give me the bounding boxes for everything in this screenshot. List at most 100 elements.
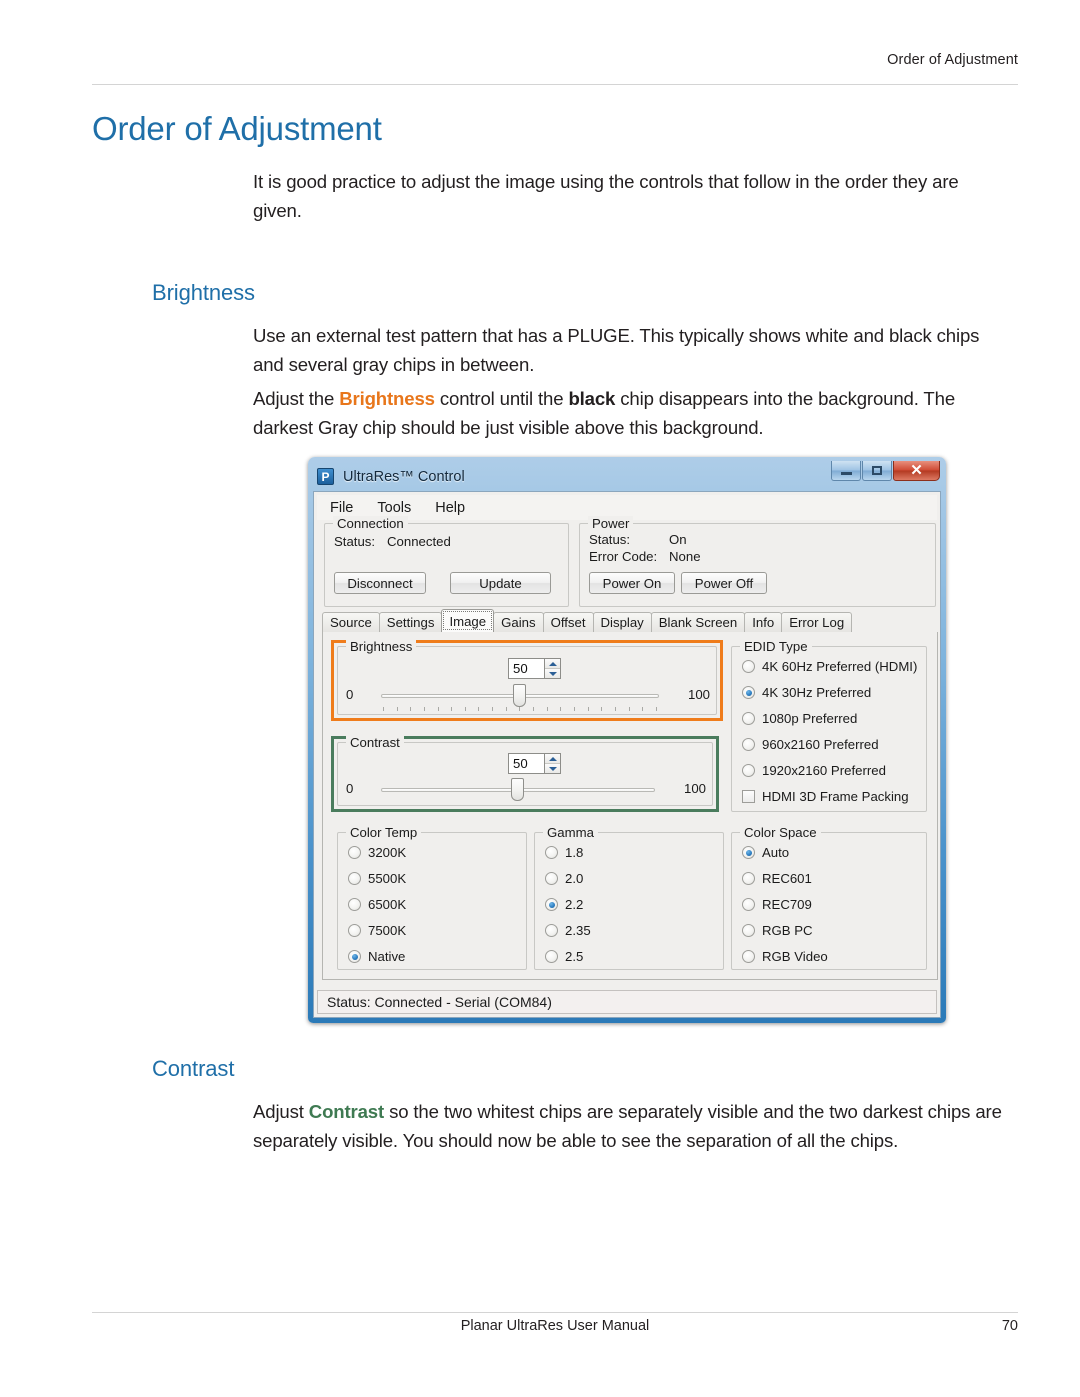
radio-icon <box>742 764 755 777</box>
gamma-option-2-35[interactable]: 2.35 <box>545 923 591 938</box>
tab-offset[interactable]: Offset <box>542 612 594 632</box>
radio-icon <box>545 846 558 859</box>
contrast-value[interactable]: 50 <box>509 754 544 773</box>
running-head: Order of Adjustment <box>887 52 1018 68</box>
color-space-option-auto[interactable]: Auto <box>742 845 789 860</box>
tab-image[interactable]: Image <box>441 609 495 632</box>
gamma-group: Gamma 1.8 2.0 2.2 2.35 2.5 <box>534 825 724 970</box>
tab-settings[interactable]: Settings <box>378 612 443 632</box>
radio-icon-selected <box>348 950 361 963</box>
window-client-area: File Tools Help Connection Status: Conne… <box>313 491 941 1018</box>
tab-strip: Source Settings Image Gains Offset Displ… <box>322 609 938 633</box>
tab-display[interactable]: Display <box>592 612 652 632</box>
gamma-option-2-0[interactable]: 2.0 <box>545 871 583 886</box>
maximize-button[interactable] <box>862 461 892 481</box>
gamma-option-2-2[interactable]: 2.2 <box>545 897 583 912</box>
tab-page-image: Brightness 50 0 100 Contrast 50 0 100 ED… <box>322 632 938 980</box>
menu-file[interactable]: File <box>330 500 353 516</box>
color-temp-option-6500k[interactable]: 6500K <box>348 897 406 912</box>
color-temp-option-5500k[interactable]: 5500K <box>348 871 406 886</box>
close-button[interactable]: ✕ <box>893 461 940 481</box>
connection-group: Connection Status: Connected Disconnect … <box>324 516 569 607</box>
text-run: Adjust the <box>253 388 340 409</box>
edid-option-960x2160[interactable]: 960x2160 Preferred <box>742 737 879 752</box>
power-legend: Power <box>588 516 634 531</box>
option-label: Auto <box>762 845 790 860</box>
gamma-option-2-5[interactable]: 2.5 <box>545 949 583 964</box>
color-temp-legend: Color Temp <box>346 825 422 840</box>
color-space-option-rec601[interactable]: REC601 <box>742 871 812 886</box>
brightness-spin-buttons[interactable] <box>544 659 560 678</box>
power-error-value: None <box>669 549 701 564</box>
edid-option-1080p[interactable]: 1080p Preferred <box>742 711 857 726</box>
connection-status-label: Status: <box>334 534 376 549</box>
edid-option-4k60[interactable]: 4K 60Hz Preferred (HDMI) <box>742 659 917 674</box>
option-label: 3200K <box>368 845 407 860</box>
text-run: Adjust <box>253 1101 309 1122</box>
radio-icon <box>742 738 755 751</box>
radio-icon <box>742 898 755 911</box>
edid-hdmi-3d-frame-packing-checkbox[interactable]: HDMI 3D Frame Packing <box>742 789 909 804</box>
contrast-spin-buttons[interactable] <box>544 754 560 773</box>
brightness-min-label: 0 <box>346 687 354 702</box>
edid-option-4k30[interactable]: 4K 30Hz Preferred <box>742 685 871 700</box>
gamma-option-1-8[interactable]: 1.8 <box>545 845 583 860</box>
brightness-value[interactable]: 50 <box>509 659 544 678</box>
tab-error-log[interactable]: Error Log <box>781 612 853 632</box>
color-space-group: Color Space Auto REC601 REC709 RGB PC RG… <box>731 825 927 970</box>
minimize-button[interactable] <box>831 461 861 481</box>
app-status-bar: Status: Connected - Serial (COM84) <box>317 990 937 1014</box>
brightness-spin-down[interactable] <box>545 668 560 678</box>
contrast-slider-thumb[interactable] <box>511 778 524 801</box>
contrast-spinner[interactable]: 50 <box>508 753 561 774</box>
option-label: REC709 <box>762 897 812 912</box>
title-bar: P UltraRes™ Control ✕ <box>313 461 941 491</box>
contrast-legend: Contrast <box>346 735 404 750</box>
keyword-brightness: Brightness <box>339 388 435 409</box>
edid-option-1920x2160[interactable]: 1920x2160 Preferred <box>742 763 886 778</box>
option-label: 2.35 <box>565 923 591 938</box>
contrast-spin-up[interactable] <box>545 754 560 763</box>
color-space-option-rgb-video[interactable]: RGB Video <box>742 949 828 964</box>
power-on-button[interactable]: Power On <box>589 572 675 594</box>
menu-tools[interactable]: Tools <box>377 500 411 516</box>
gamma-legend: Gamma <box>543 825 598 840</box>
radio-icon <box>742 950 755 963</box>
intro-paragraph: It is good practice to adjust the image … <box>253 171 959 221</box>
radio-icon <box>545 924 558 937</box>
window-controls: ✕ <box>831 461 940 481</box>
color-temp-option-native[interactable]: Native <box>348 949 405 964</box>
connection-status-value: Connected <box>387 534 451 549</box>
option-label: 6500K <box>368 897 407 912</box>
brightness-spin-up[interactable] <box>545 659 560 668</box>
brightness-slider-thumb[interactable] <box>513 684 526 707</box>
tab-gains[interactable]: Gains <box>493 612 544 632</box>
option-label: HDMI 3D Frame Packing <box>762 789 909 804</box>
chevron-down-icon <box>548 766 557 771</box>
brightness-legend: Brightness <box>346 639 417 654</box>
brightness-slider-ticks <box>383 707 657 711</box>
color-space-option-rec709[interactable]: REC709 <box>742 897 812 912</box>
color-temp-option-3200k[interactable]: 3200K <box>348 845 406 860</box>
disconnect-button[interactable]: Disconnect <box>334 572 426 594</box>
option-label: 2.0 <box>565 871 584 886</box>
option-label: 7500K <box>368 923 407 938</box>
radio-icon <box>348 872 361 885</box>
brightness-spinner[interactable]: 50 <box>508 658 561 679</box>
color-space-option-rgb-pc[interactable]: RGB PC <box>742 923 813 938</box>
menu-help[interactable]: Help <box>435 500 465 516</box>
tab-info[interactable]: Info <box>744 612 783 632</box>
footer-page-number: 70 <box>1001 1318 1018 1334</box>
option-label: 4K 30Hz Preferred <box>762 685 872 700</box>
option-label: 1920x2160 Preferred <box>762 763 886 778</box>
tab-blank-screen[interactable]: Blank Screen <box>650 612 746 632</box>
tab-source[interactable]: Source <box>322 612 380 632</box>
color-temp-group: Color Temp 3200K 5500K 6500K 7500K Nativ… <box>337 825 527 970</box>
color-temp-option-7500k[interactable]: 7500K <box>348 923 406 938</box>
power-off-button[interactable]: Power Off <box>681 572 767 594</box>
edid-legend: EDID Type <box>740 639 812 654</box>
update-button[interactable]: Update <box>450 572 551 594</box>
brightness-paragraph-1: Use an external test pattern that has a … <box>253 325 980 375</box>
contrast-spin-down[interactable] <box>545 763 560 773</box>
contrast-max-label: 100 <box>683 781 706 796</box>
